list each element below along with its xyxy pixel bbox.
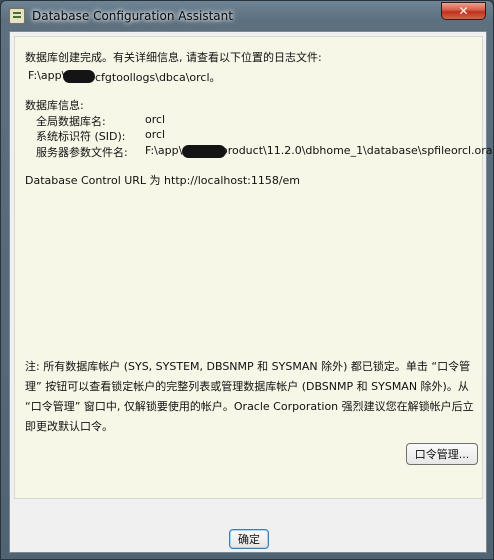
close-icon: ✕	[458, 4, 469, 18]
redacted-username	[63, 70, 95, 83]
log-path-suffix: cfgtoollogs\dbca\orcl。	[95, 71, 221, 84]
password-management-button[interactable]: 口令管理...	[406, 443, 478, 465]
account-lock-note: 注: 所有数据库帐户 (SYS, SYSTEM, DBSNMP 和 SYSMAN…	[25, 360, 474, 433]
dbca-app-icon	[9, 8, 25, 24]
title-bar[interactable]: Database Configuration Assistant ✕	[1, 1, 493, 31]
window-title: Database Configuration Assistant	[32, 9, 233, 23]
spfile-value-suffix: \product\11.2.0\dbhome_1\database\spfile…	[217, 144, 493, 157]
dialog-client-area: 数据库创建完成。有关详细信息, 请查看以下位置的日志文件: F:\app\ cf…	[9, 31, 493, 553]
dbca-window: Database Configuration Assistant ✕ 数据库创建…	[0, 0, 494, 560]
sid-value: orcl	[145, 128, 166, 141]
close-button[interactable]: ✕	[441, 2, 486, 20]
created-message: 数据库创建完成。有关详细信息, 请查看以下位置的日志文件:	[25, 51, 322, 64]
message-panel: 数据库创建完成。有关详细信息, 请查看以下位置的日志文件: F:\app\ cf…	[14, 36, 493, 499]
spfile-value-prefix: F:\app\	[145, 144, 183, 157]
log-path-prefix: F:\app\	[28, 69, 66, 82]
db-info-header: 数据库信息:	[25, 99, 84, 112]
dbcontrol-url-text: Database Control URL 为 http://localhost:…	[25, 174, 301, 187]
sid-label: 系统标识符 (SID):	[36, 130, 126, 143]
ok-button[interactable]: 确定	[229, 529, 269, 549]
global-db-name-label: 全局数据库名:	[36, 115, 106, 128]
spfile-label: 服务器参数文件名:	[36, 146, 128, 159]
global-db-name-value: orcl	[145, 113, 166, 126]
